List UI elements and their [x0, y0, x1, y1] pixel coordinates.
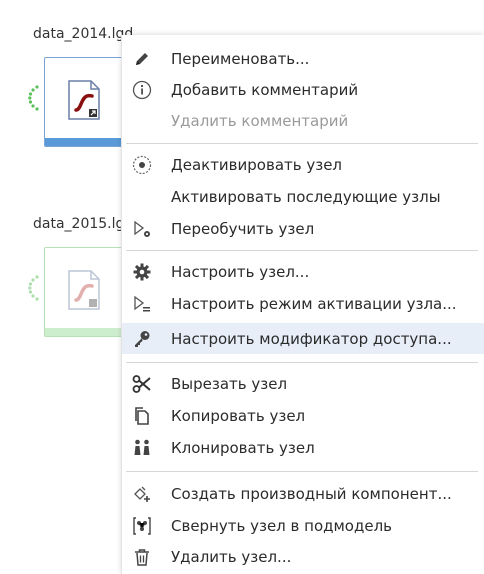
- menu-item-label: Свернуть узел в подмодель: [171, 517, 393, 535]
- menu-item-copy-node[interactable]: Копировать узел: [122, 401, 484, 431]
- menu-item-label: Переименовать...: [171, 50, 310, 68]
- menu-separator: [126, 362, 478, 363]
- menu-item-label: Создать производный компонент...: [171, 485, 452, 503]
- pencil-icon: [130, 47, 154, 71]
- menu-item-label: Удалить узел...: [171, 548, 292, 566]
- menu-separator: [126, 471, 478, 472]
- menu-item-configure-node[interactable]: Настроить узел...: [122, 257, 484, 287]
- menu-item-label: Активировать последующие узлы: [171, 188, 441, 206]
- menu-item-label: Удалить комментарий: [171, 112, 349, 130]
- menu-item-configure-activation-mode[interactable]: Настроить режим активации узла...: [122, 289, 484, 319]
- node-label-data-2015: data_2015.lg: [33, 216, 125, 232]
- trash-icon: [130, 545, 154, 569]
- menu-item-label: Настроить режим активации узла...: [171, 295, 457, 313]
- copy-icon: [130, 404, 154, 428]
- node-input-port[interactable]: [28, 85, 40, 111]
- menu-item-activate-downstream[interactable]: Активировать последующие узлы: [122, 182, 484, 212]
- menu-item-label: Вырезать узел: [171, 375, 288, 393]
- scissors-icon: [130, 372, 154, 396]
- menu-item-delete-comment[interactable]: Удалить комментарий: [122, 106, 484, 136]
- menu-item-retrain-node[interactable]: Переобучить узел: [122, 214, 484, 244]
- menu-item-delete-node[interactable]: Удалить узел...: [122, 542, 484, 572]
- menu-item-label: Добавить комментарий: [171, 81, 359, 99]
- clone-icon: [130, 436, 154, 460]
- menu-item-cut-node[interactable]: Вырезать узел: [122, 369, 484, 399]
- derived-component-icon: [130, 482, 154, 506]
- gear-icon: [130, 260, 154, 284]
- menu-item-label: Клонировать узел: [171, 439, 315, 457]
- menu-item-create-derived-component[interactable]: Создать производный компонент...: [122, 479, 484, 509]
- menu-item-clone-node[interactable]: Клонировать узел: [122, 433, 484, 463]
- node-status-bar: [45, 328, 123, 336]
- menu-item-rename[interactable]: Переименовать...: [122, 44, 484, 74]
- menu-separator: [126, 143, 478, 144]
- menu-item-label: Переобучить узел: [171, 220, 315, 238]
- node-data-2014[interactable]: [44, 57, 124, 147]
- retrain-icon: [130, 217, 154, 241]
- menu-item-deactivate-node[interactable]: Деактивировать узел: [122, 150, 484, 180]
- info-circle-icon: [130, 78, 154, 102]
- data-file-icon: [68, 80, 100, 120]
- menu-item-add-comment[interactable]: Добавить комментарий: [122, 75, 484, 105]
- menu-item-label: Настроить модификатор доступа...: [171, 329, 452, 348]
- deactivate-icon: [130, 153, 154, 177]
- node-data-2015[interactable]: [44, 247, 124, 337]
- data-file-icon: [68, 270, 100, 310]
- menu-item-label: Настроить узел...: [171, 263, 310, 281]
- node-status-bar: [45, 138, 123, 146]
- menu-item-collapse-to-submodel[interactable]: Свернуть узел в подмодель: [122, 511, 484, 541]
- key-icon: [130, 327, 154, 351]
- node-context-menu: Переименовать... Добавить комментарий Уд…: [122, 35, 484, 574]
- menu-item-label: Копировать узел: [171, 407, 306, 425]
- collapse-submodel-icon: [130, 514, 154, 538]
- activation-mode-icon: [130, 292, 154, 316]
- menu-item-label: Деактивировать узел: [171, 156, 343, 174]
- menu-separator: [126, 250, 478, 251]
- node-label-data-2014: data_2014.lgd: [33, 26, 134, 42]
- node-input-port[interactable]: [28, 275, 40, 301]
- menu-item-configure-access-modifier[interactable]: Настроить модификатор доступа...: [122, 323, 484, 354]
